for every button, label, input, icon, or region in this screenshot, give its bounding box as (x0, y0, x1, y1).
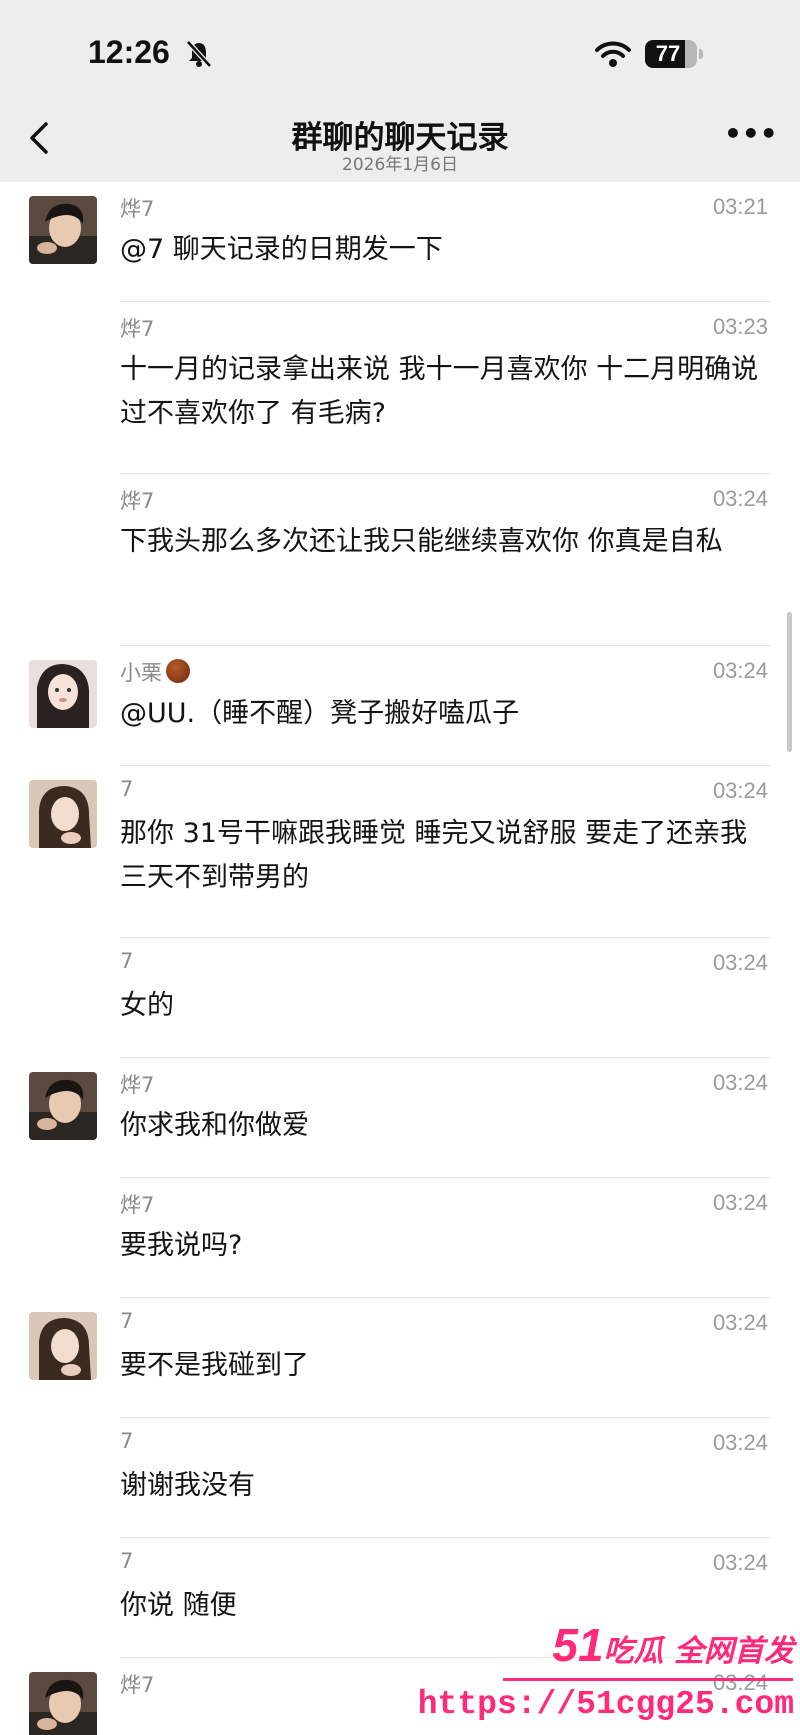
sender-name: 7 (120, 777, 134, 801)
message-item[interactable]: 小栗 03:24 @UU.（睡不醒）凳子搬好嗑瓜子 (0, 646, 800, 766)
chat-history[interactable]: 烨7 03:21 @7 聊天记录的日期发一下 烨7 03:23 十一月的记录拿出来说 我十… (0, 182, 800, 1735)
message-text: @UU.（睡不醒）凳子搬好嗑瓜子 (120, 698, 520, 729)
page-subtitle-date: 2026年1月6日 (342, 155, 458, 175)
message-item[interactable]: 烨7 03:24 下我头那么多次还让我只能继续喜欢你 你真是自私 (0, 474, 800, 646)
scrollbar[interactable] (787, 612, 792, 752)
watermark-url: https://51cgg25.com (417, 1686, 794, 1723)
message-text: 下我头那么多次还让我只能继续喜欢你 你真是自私 (120, 526, 723, 557)
message-time: 03:24 (712, 1430, 768, 1455)
sender-name: 7 (120, 1549, 134, 1573)
battery-percent: 77 (655, 41, 681, 66)
avatar[interactable] (29, 660, 97, 728)
message-item[interactable]: 烨7 03:24 要我说吗? (0, 1178, 800, 1298)
message-text: 女的 (120, 990, 174, 1021)
message-time: 03:24 (712, 1070, 768, 1095)
watermark: 51吃瓜 全网首发 https://51cgg25.com (418, 1618, 800, 1735)
message-time: 03:24 (712, 1190, 768, 1215)
message-text: 要不是我碰到了 (120, 1350, 309, 1381)
message-time: 03:24 (712, 1310, 768, 1335)
chestnut-emoji-icon (166, 659, 190, 683)
bell-muted-icon (186, 40, 212, 68)
avatar[interactable] (29, 1672, 97, 1735)
sender-name: 7 (120, 949, 134, 973)
status-time: 12:26 (88, 34, 170, 70)
sender-name: 烨7 (120, 197, 155, 221)
sender-name: 7 (120, 1309, 134, 1333)
message-time: 03:23 (712, 314, 768, 339)
message-item[interactable]: 烨7 03:24 你求我和你做爱 (0, 1058, 800, 1178)
message-time: 03:24 (712, 778, 768, 803)
avatar[interactable] (29, 196, 97, 264)
avatar[interactable] (29, 1312, 97, 1380)
nav-bar: 群聊的聊天记录 2026年1月6日 ••• (0, 96, 800, 182)
sender-name: 烨7 (120, 1073, 155, 1097)
message-text: 你求我和你做爱 (120, 1110, 309, 1141)
message-time: 03:24 (712, 950, 768, 975)
message-item[interactable]: 7 03:24 女的 (0, 938, 800, 1058)
message-item[interactable]: 烨7 03:23 十一月的记录拿出来说 我十一月喜欢你 十二月明确说过不喜欢你了 有… (0, 302, 800, 474)
message-text: 十一月的记录拿出来说 我十一月喜欢你 十二月明确说过不喜欢你了 有毛病? (120, 354, 759, 429)
message-text: @7 聊天记录的日期发一下 (120, 234, 443, 265)
status-bar: 12:26 77 (0, 0, 800, 96)
watermark-underline (503, 1678, 793, 1681)
message-time: 03:24 (712, 1550, 768, 1575)
sender-name: 烨7 (120, 489, 155, 513)
avatar[interactable] (29, 780, 97, 848)
message-item[interactable]: 7 03:24 那你 31号干嘛跟我睡觉 睡完又说舒服 要走了还亲我 三天不到带男的 (0, 766, 800, 938)
message-text: 那你 31号干嘛跟我睡觉 睡完又说舒服 要走了还亲我 三天不到带男的 (120, 818, 748, 893)
message-item[interactable]: 7 03:24 要不是我碰到了 (0, 1298, 800, 1418)
watermark-logo: 51吃瓜 全网首发 (552, 1619, 794, 1671)
sender-name: 小栗 (120, 661, 162, 685)
sender-name: 7 (120, 1429, 134, 1453)
message-time: 03:24 (712, 658, 768, 683)
message-item[interactable]: 7 03:24 谢谢我没有 (0, 1418, 800, 1538)
sender-name: 烨7 (120, 1193, 155, 1217)
sender-name: 烨7 (120, 1673, 155, 1697)
sender-name: 烨7 (120, 317, 155, 341)
message-list: 烨7 03:21 @7 聊天记录的日期发一下 烨7 03:23 十一月的记录拿出来说 我十… (0, 182, 800, 1735)
avatar[interactable] (29, 1072, 97, 1140)
message-item[interactable]: 烨7 03:21 @7 聊天记录的日期发一下 (0, 182, 800, 302)
wifi-icon (595, 41, 631, 67)
message-time: 03:24 (712, 486, 768, 511)
more-button[interactable]: ••• (724, 120, 778, 154)
message-time: 03:21 (712, 194, 768, 219)
message-text: 要我说吗? (120, 1230, 243, 1261)
battery-cap (699, 49, 703, 59)
message-text: 谢谢我没有 (120, 1470, 255, 1501)
battery-indicator: 77 (645, 40, 697, 68)
